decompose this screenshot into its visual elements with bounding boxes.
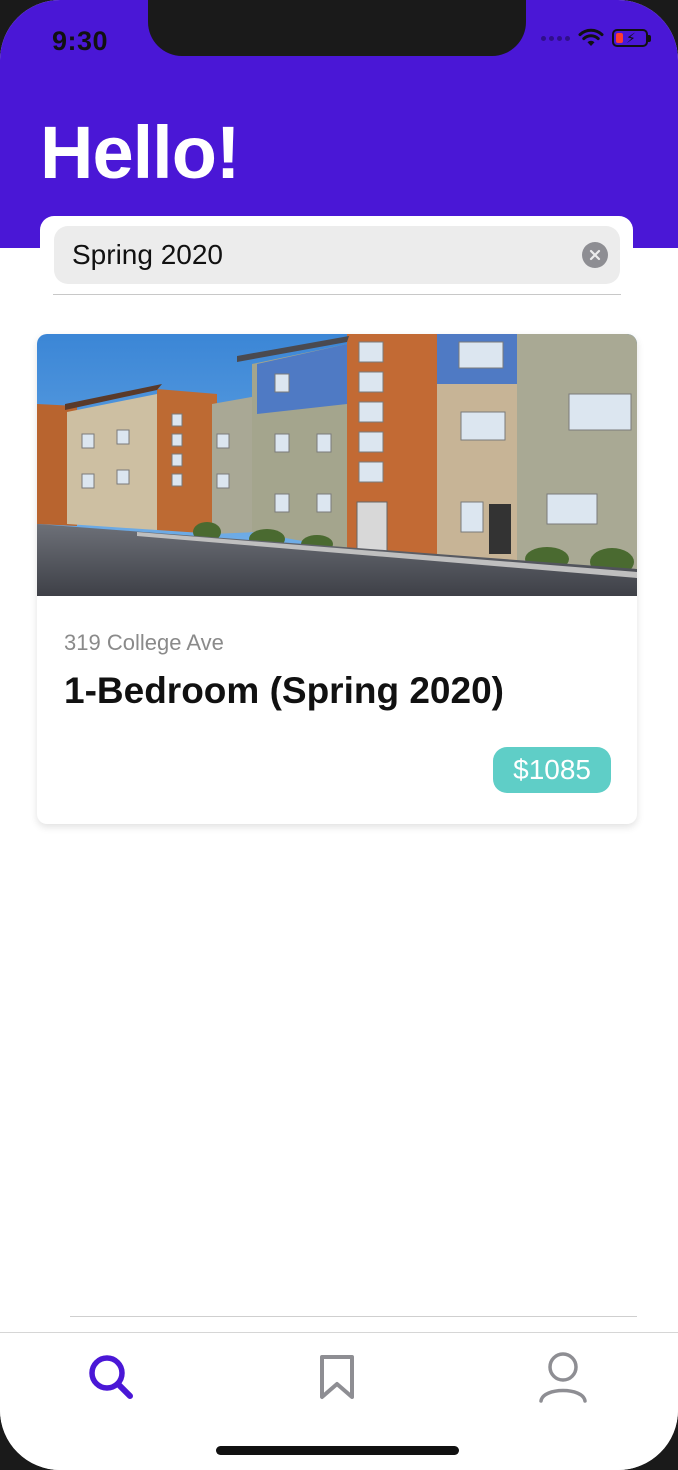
bookmark-icon [320,1355,354,1399]
battery-icon: ⚡ [612,29,651,47]
listing-title: 1-Bedroom (Spring 2020) [64,670,504,711]
device-notch [148,0,526,56]
listing-address: 319 College Ave [64,630,224,655]
price-badge: $1085 [493,747,611,793]
phone-screen: 9:30 ⚡ Hello! Spring 2020 319 College Av… [0,0,678,1470]
search-icon [89,1355,133,1399]
home-indicator[interactable] [216,1446,459,1455]
tab-profile[interactable] [533,1347,593,1407]
listing-card[interactable]: 319 College Ave 1-Bedroom (Spring 2020) … [37,334,637,824]
status-time: 9:30 [52,26,109,56]
search-input[interactable] [72,239,552,271]
tab-bookmarks[interactable] [307,1347,367,1407]
wifi-icon [578,28,604,46]
status-indicators: ⚡ [541,28,651,48]
list-divider [70,1316,637,1317]
search-divider [53,294,621,295]
search-bar-container [40,216,633,296]
search-field[interactable] [54,226,620,284]
apartment-building-photo [37,334,637,596]
profile-icon [539,1352,587,1403]
clear-circle-icon[interactable] [582,242,608,268]
cellular-signal-icon [541,35,570,41]
tab-search[interactable] [81,1347,141,1407]
page-title: Hello! [40,111,241,194]
